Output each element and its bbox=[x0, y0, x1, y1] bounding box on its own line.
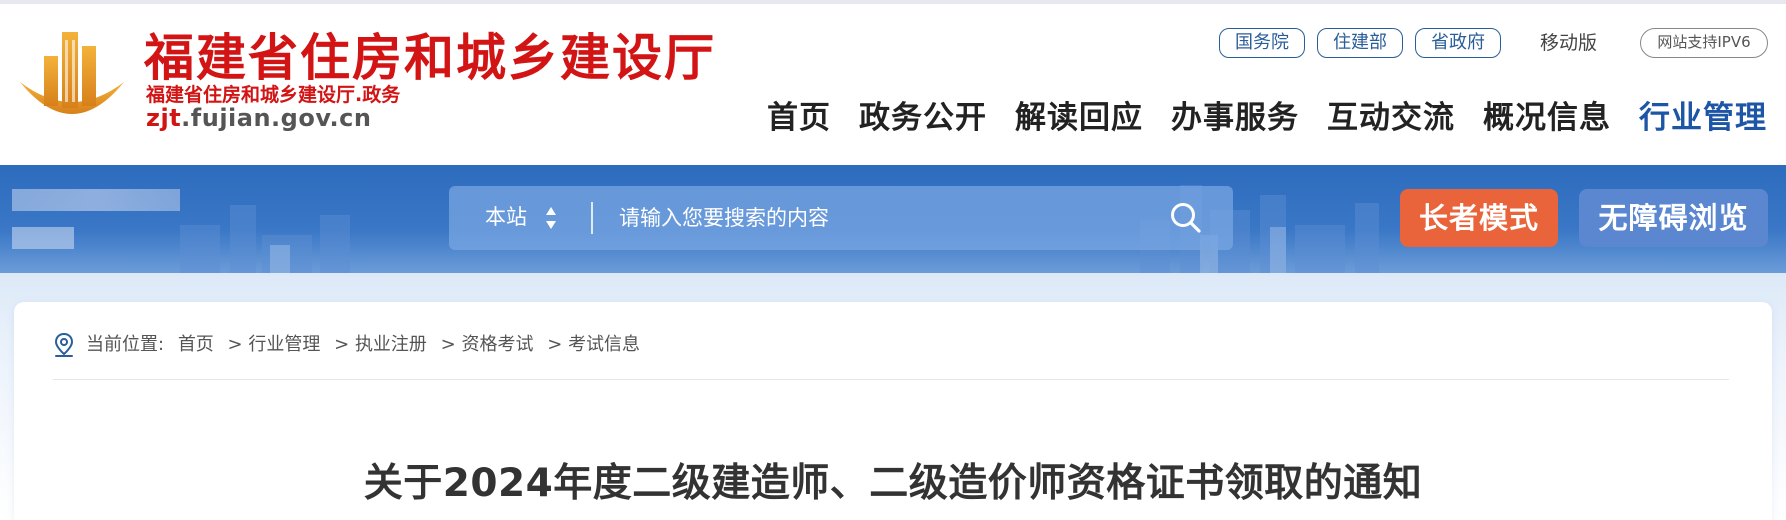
search-icon[interactable] bbox=[1169, 201, 1203, 235]
nav-industry-management[interactable]: 行业管理 bbox=[1639, 92, 1767, 137]
link-state-council[interactable]: 国务院 bbox=[1219, 28, 1305, 58]
sort-arrows-icon[interactable] bbox=[545, 205, 557, 231]
breadcrumb-item-registration[interactable]: 执业注册 bbox=[355, 334, 427, 355]
breadcrumb-separator: > bbox=[440, 334, 456, 355]
search-bar: 本站 bbox=[449, 186, 1233, 250]
article-title: 关于2024年度二级建造师、二级造价师资格证书领取的通知 bbox=[363, 461, 1423, 506]
nav-interpretation[interactable]: 解读回应 bbox=[1015, 92, 1143, 137]
site-url-prefix: zjt bbox=[146, 104, 182, 132]
accessible-browse-button[interactable]: 无障碍浏览 bbox=[1579, 189, 1768, 247]
nav-services[interactable]: 办事服务 bbox=[1171, 92, 1299, 137]
building-logo-icon[interactable] bbox=[14, 26, 130, 132]
breadcrumb-item-home[interactable]: 首页 bbox=[178, 334, 214, 355]
site-url: zjt.fujian.gov.cn bbox=[146, 104, 371, 132]
nav-interaction[interactable]: 互动交流 bbox=[1327, 92, 1455, 137]
breadcrumb-separator: > bbox=[334, 334, 350, 355]
search-input[interactable] bbox=[619, 199, 1159, 237]
site-url-suffix: .fujian.gov.cn bbox=[181, 104, 372, 132]
blurred-text-block bbox=[12, 227, 74, 249]
location-pin-icon bbox=[54, 332, 74, 357]
link-mohurd[interactable]: 住建部 bbox=[1317, 28, 1403, 58]
site-header: 福建省住房和城乡建设厅 福建省住房和城乡建设厅.政务 zjt.fujian.go… bbox=[0, 4, 1786, 165]
breadcrumb-item-exam-info[interactable]: 考试信息 bbox=[568, 334, 640, 355]
ipv6-badge: 网站支持IPV6 bbox=[1640, 28, 1768, 58]
nav-home[interactable]: 首页 bbox=[767, 92, 831, 137]
breadcrumb-separator: > bbox=[547, 334, 563, 355]
site-subtitle: 福建省住房和城乡建设厅.政务 bbox=[146, 84, 401, 106]
breadcrumb-item-industry[interactable]: 行业管理 bbox=[248, 334, 320, 355]
elder-mode-button[interactable]: 长者模式 bbox=[1400, 189, 1558, 247]
breadcrumb-divider bbox=[53, 379, 1729, 380]
link-provincial-gov[interactable]: 省政府 bbox=[1415, 28, 1501, 58]
blurred-text-block bbox=[12, 189, 180, 211]
search-divider bbox=[591, 202, 593, 234]
search-scope-select[interactable]: 本站 bbox=[485, 202, 527, 232]
nav-overview[interactable]: 概况信息 bbox=[1483, 92, 1611, 137]
main-nav: 首页 政务公开 解读回应 办事服务 互动交流 概况信息 行业管理 bbox=[739, 92, 1767, 137]
breadcrumb: 当前位置: 首页 > 行业管理 > 执业注册 > 资格考试 > 考试信息 bbox=[86, 331, 640, 359]
mobile-version-link[interactable]: 移动版 bbox=[1540, 28, 1597, 58]
breadcrumb-item-qualification[interactable]: 资格考试 bbox=[462, 334, 534, 355]
nav-gov-affairs[interactable]: 政务公开 bbox=[859, 92, 987, 137]
breadcrumb-prefix: 当前位置: bbox=[86, 334, 165, 355]
breadcrumb-separator: > bbox=[227, 334, 243, 355]
